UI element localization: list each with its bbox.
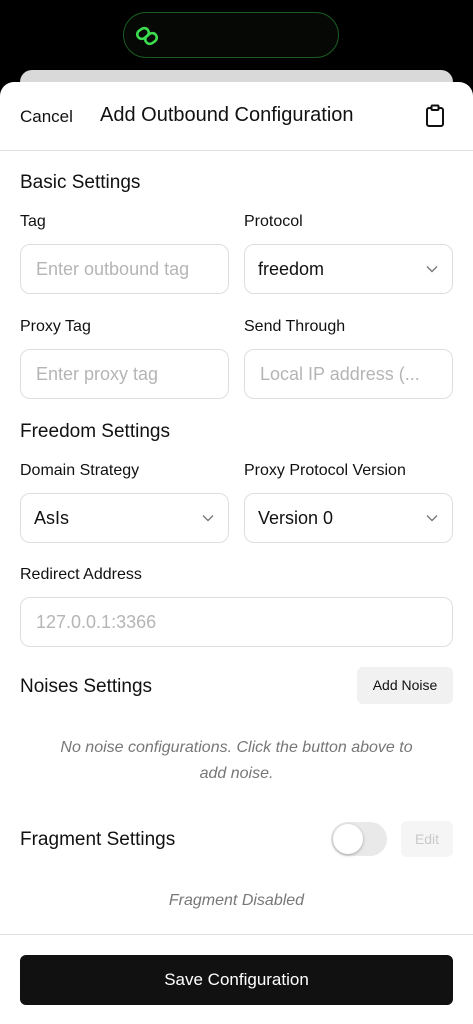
proxy-tag-placeholder: Enter proxy tag [36, 364, 159, 384]
clipboard-icon[interactable] [425, 104, 447, 128]
fragment-settings-title: Fragment Settings [20, 829, 176, 850]
link-icon [135, 26, 159, 46]
fragment-toggle[interactable] [331, 822, 387, 856]
noise-empty-message: No noise configurations. Click the butto… [20, 735, 453, 787]
tag-placeholder: Enter outbound tag [36, 259, 190, 279]
protocol-label: Protocol [244, 213, 303, 230]
basic-settings-title: Basic Settings [20, 172, 141, 193]
add-noise-button[interactable]: Add Noise [357, 667, 453, 704]
save-configuration-button[interactable]: Save Configuration [20, 955, 453, 1005]
chevron-down-icon [426, 515, 438, 522]
fragment-edit-button[interactable]: Edit [401, 821, 453, 857]
dynamic-island [123, 12, 339, 58]
noise-empty-line-1: No noise configurations. Click the butto… [60, 739, 413, 756]
freedom-settings-title: Freedom Settings [20, 421, 170, 442]
sheet-header: Cancel Add Outbound Configuration [0, 82, 473, 151]
noise-empty-line-2: add noise. [199, 765, 274, 782]
domain-strategy-value: AsIs [34, 508, 70, 528]
proxy-tag-input[interactable]: Enter proxy tag [20, 349, 229, 399]
redirect-address-placeholder: 127.0.0.1:3366 [36, 612, 157, 632]
proxy-tag-label: Proxy Tag [20, 318, 91, 335]
send-through-input[interactable]: Local IP address (... [244, 349, 453, 399]
send-through-placeholder: Local IP address (... [260, 364, 420, 384]
chevron-down-icon [202, 515, 214, 522]
toggle-knob [333, 824, 363, 854]
send-through-label: Send Through [244, 318, 346, 335]
proxy-protocol-value: Version 0 [258, 508, 334, 528]
protocol-select[interactable]: freedom [244, 244, 453, 294]
noises-settings-title: Noises Settings [20, 676, 153, 697]
chevron-down-icon [426, 266, 438, 273]
proxy-protocol-select[interactable]: Version 0 [244, 493, 453, 543]
tag-label: Tag [20, 213, 46, 230]
redirect-address-input[interactable]: 127.0.0.1:3366 [20, 597, 453, 647]
domain-strategy-label: Domain Strategy [20, 462, 140, 479]
add-outbound-sheet: Cancel Add Outbound Configuration Basic … [0, 82, 473, 1024]
cancel-button[interactable]: Cancel [20, 107, 73, 127]
domain-strategy-select[interactable]: AsIs [20, 493, 229, 543]
fragment-status: Fragment Disabled [168, 892, 305, 909]
redirect-address-label: Redirect Address [20, 566, 142, 583]
protocol-value: freedom [258, 259, 325, 279]
page-title: Add Outbound Configuration [100, 104, 354, 126]
tag-input[interactable]: Enter outbound tag [20, 244, 229, 294]
proxy-protocol-label: Proxy Protocol Version [244, 462, 406, 479]
footer-divider [0, 934, 473, 935]
